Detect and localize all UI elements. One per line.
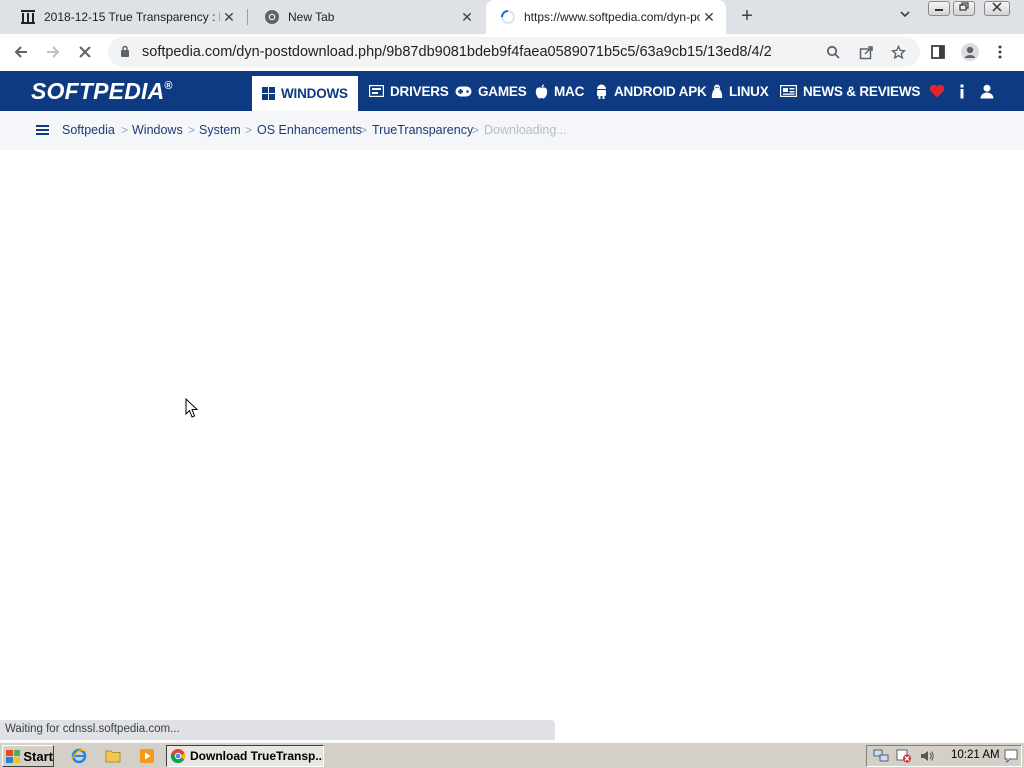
- breadcrumb-separator: >: [245, 123, 253, 137]
- tab-title: New Tab: [288, 10, 335, 24]
- search-icon[interactable]: [821, 40, 845, 64]
- tab-new-tab[interactable]: New Tab ✕: [250, 0, 484, 34]
- clock: 10:21 AM: [951, 749, 1000, 761]
- tux-penguin-icon: [711, 84, 723, 99]
- heart-icon[interactable]: [928, 82, 946, 100]
- close-icon[interactable]: ✕: [458, 8, 476, 26]
- security-alert-icon[interactable]: [896, 749, 912, 763]
- stop-button[interactable]: [73, 40, 97, 64]
- nav-news-reviews[interactable]: NEWS & REVIEWS: [780, 71, 920, 111]
- nav-android-apk[interactable]: ANDROID APK: [595, 71, 707, 111]
- address-bar[interactable]: softpedia.com/dyn-postdownload.php/9b87d…: [108, 37, 920, 67]
- folder-icon[interactable]: [104, 747, 122, 765]
- window-close-button[interactable]: [984, 1, 1010, 16]
- tab-title: 2018-12-15 True Transparency : Bet: [44, 10, 220, 24]
- windows-icon: [262, 87, 275, 100]
- nav-mac[interactable]: MAC: [535, 71, 584, 111]
- hamburger-menu-icon[interactable]: [36, 125, 49, 135]
- back-arrow-icon: [14, 46, 27, 58]
- info-icon[interactable]: [953, 82, 971, 100]
- minimize-button[interactable]: [928, 1, 950, 16]
- forward-button[interactable]: [41, 40, 65, 64]
- breadcrumb-truetransparency[interactable]: TrueTransparency: [372, 123, 473, 137]
- menu-kebab-icon[interactable]: [988, 40, 1012, 64]
- media-player-icon[interactable]: [138, 747, 156, 765]
- nav-games[interactable]: GAMES: [455, 71, 527, 111]
- taskbar: Start Download TrueTransp... 10:21 AM: [0, 742, 1024, 768]
- tab-search-chevron-icon[interactable]: [896, 8, 914, 26]
- nav-drivers[interactable]: DRIVERS: [369, 71, 449, 111]
- newspaper-icon: [780, 85, 797, 97]
- tab-softpedia[interactable]: https://www.softpedia.com/dyn-pos ✕: [486, 0, 726, 34]
- softpedia-header: SOFTPEDIA® WINDOWS DRIVERS GAMES MAC AND…: [0, 71, 1024, 111]
- breadcrumb-os-enhancements[interactable]: OS Enhancements: [257, 123, 362, 137]
- chrome-icon: [170, 748, 186, 764]
- bookmark-star-icon[interactable]: [886, 40, 910, 64]
- stop-x-icon: [79, 46, 91, 58]
- breadcrumb-system[interactable]: System: [199, 123, 241, 137]
- gamepad-icon: [455, 86, 472, 97]
- taskbar-item-label: Download TrueTransp...: [190, 749, 324, 763]
- close-icon[interactable]: ✕: [700, 8, 718, 26]
- tab-archive[interactable]: 2018-12-15 True Transparency : Bet ✕: [6, 0, 246, 34]
- softpedia-logo[interactable]: SOFTPEDIA®: [31, 78, 173, 105]
- restore-button[interactable]: [953, 1, 975, 16]
- system-tray: 10:21 AM: [866, 745, 1022, 767]
- forward-arrow-icon: [47, 46, 60, 58]
- share-icon[interactable]: [854, 40, 878, 64]
- nav-label: DRIVERS: [390, 83, 449, 99]
- apple-icon: [535, 84, 548, 99]
- tab-title: https://www.softpedia.com/dyn-pos: [524, 10, 700, 24]
- nav-label: LINUX: [729, 83, 769, 99]
- archive-icon: [20, 9, 36, 25]
- breadcrumb-softpedia[interactable]: Softpedia: [62, 123, 115, 137]
- mouse-cursor-icon: [185, 397, 199, 424]
- windows-flag-icon: [6, 749, 21, 763]
- nav-label: NEWS & REVIEWS: [803, 83, 921, 99]
- breadcrumb: Softpedia > Windows > System > OS Enhanc…: [0, 111, 1024, 150]
- breadcrumb-downloading: Downloading...: [484, 123, 567, 137]
- nav-label: ANDROID APK: [614, 83, 707, 99]
- lock-icon: [120, 45, 130, 63]
- back-button[interactable]: [9, 40, 33, 64]
- user-icon[interactable]: [978, 82, 996, 100]
- breadcrumb-windows[interactable]: Windows: [132, 123, 183, 137]
- new-tab-button[interactable]: +: [736, 6, 758, 28]
- android-icon: [595, 84, 608, 99]
- network-icon[interactable]: [873, 749, 889, 763]
- volume-icon[interactable]: [919, 749, 935, 763]
- breadcrumb-separator: >: [188, 123, 196, 137]
- internet-explorer-icon[interactable]: [70, 747, 88, 765]
- action-center-icon[interactable]: [1003, 749, 1019, 763]
- profile-avatar-icon[interactable]: [958, 40, 982, 64]
- tab-separator: [247, 9, 248, 25]
- breadcrumb-separator: >: [360, 123, 368, 137]
- nav-windows[interactable]: WINDOWS: [252, 76, 358, 111]
- drivers-icon: [369, 85, 384, 97]
- nav-label: GAMES: [478, 83, 527, 99]
- status-bubble: Waiting for cdnssl.softpedia.com...: [0, 720, 555, 740]
- nav-linux[interactable]: LINUX: [711, 71, 769, 111]
- breadcrumb-separator: >: [121, 123, 129, 137]
- browser-toolbar: softpedia.com/dyn-postdownload.php/9b87d…: [0, 34, 1024, 70]
- nav-label: WINDOWS: [281, 86, 348, 101]
- loading-spinner-icon: [500, 9, 516, 25]
- close-icon[interactable]: ✕: [220, 8, 238, 26]
- chrome-icon: [264, 9, 280, 25]
- start-button[interactable]: Start: [2, 745, 54, 767]
- start-label: Start: [23, 748, 53, 764]
- url-text: softpedia.com/dyn-postdownload.php/9b87d…: [142, 44, 772, 60]
- tab-strip: 2018-12-15 True Transparency : Bet ✕ New…: [0, 0, 1024, 34]
- side-panel-icon[interactable]: [926, 40, 950, 64]
- breadcrumb-separator: >: [472, 123, 480, 137]
- taskbar-item-chrome[interactable]: Download TrueTransp...: [166, 745, 324, 767]
- nav-label: MAC: [554, 83, 585, 99]
